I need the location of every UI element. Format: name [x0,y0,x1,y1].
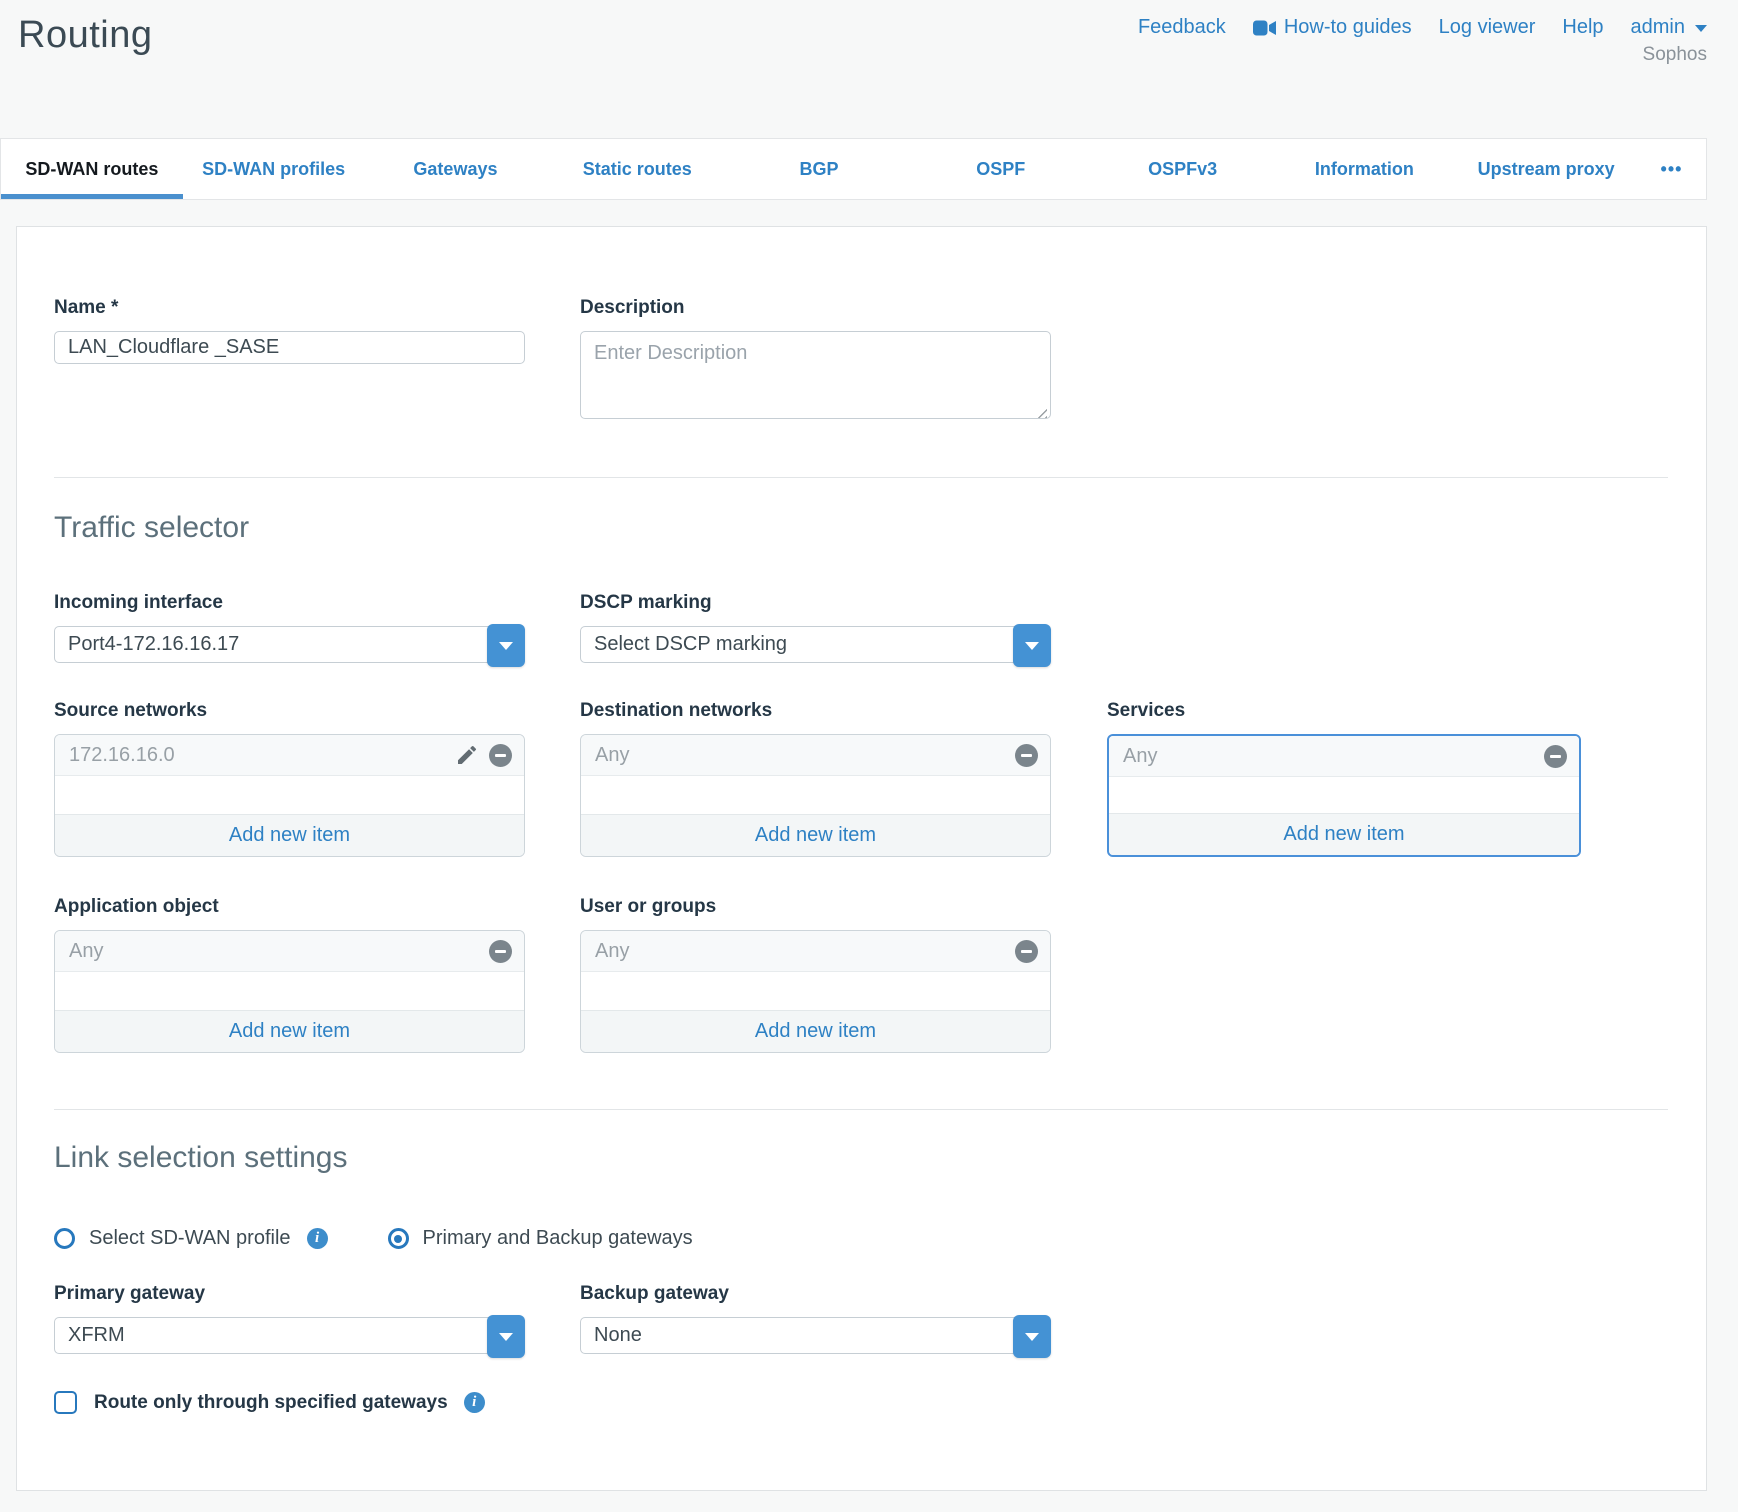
list-item: Any [1109,736,1579,777]
source-networks-group: Source networks 172.16.16.0 Add new item [54,700,525,857]
minus-circle-icon[interactable] [489,940,512,963]
tab-upstream-proxy[interactable]: Upstream proxy [1455,139,1637,199]
dropdown-button[interactable] [1013,1315,1051,1358]
info-icon[interactable]: i [307,1228,328,1249]
radio-select-sdwan-profile[interactable] [54,1228,75,1249]
route-only-row: Route only through specified gateways i [54,1391,485,1414]
feedback-link[interactable]: Feedback [1138,16,1226,39]
source-networks-label: Source networks [54,700,525,722]
destination-networks-group: Destination networks Any Add new item [580,700,1051,857]
dropdown-button[interactable] [487,1315,525,1358]
backup-gateway-label: Backup gateway [580,1283,1051,1305]
tab-sdwan-profiles[interactable]: SD-WAN profiles [183,139,365,199]
page-title: Routing [18,14,152,57]
services-label: Services [1107,700,1581,722]
traffic-selector-heading: Traffic selector [54,511,249,545]
application-object-listbox: Any Add new item [54,930,525,1053]
list-item: Any [55,931,524,972]
radio-label: Primary and Backup gateways [423,1227,693,1250]
tab-information[interactable]: Information [1273,139,1455,199]
tab-bgp[interactable]: BGP [728,139,910,199]
name-field-group: Name * [54,297,525,364]
minus-circle-icon[interactable] [489,744,512,767]
source-networks-listbox: 172.16.16.0 Add new item [54,734,525,857]
minus-circle-icon[interactable] [1544,745,1567,768]
caret-down-icon [499,1333,513,1341]
application-object-label: Application object [54,896,525,918]
howto-guides-link[interactable]: How-to guides [1253,16,1412,39]
user-or-groups-label: User or groups [580,896,1051,918]
dropdown-button[interactable] [487,624,525,667]
dscp-marking-select[interactable]: Select DSCP marking [580,626,1051,663]
link-selection-heading: Link selection settings [54,1141,348,1175]
incoming-interface-label: Incoming interface [54,592,525,614]
chevron-down-icon [1695,25,1707,32]
tab-ospfv3[interactable]: OSPFv3 [1092,139,1274,199]
list-item: Any [581,735,1050,776]
admin-menu[interactable]: admin [1631,16,1707,39]
destination-networks-listbox: Any Add new item [580,734,1051,857]
help-link[interactable]: Help [1562,16,1603,39]
brand-label: Sophos [1643,44,1707,66]
description-label: Description [580,297,1051,319]
radio-primary-backup-gateways[interactable] [388,1228,409,1249]
incoming-interface-group: Incoming interface Port4-172.16.16.17 [54,592,525,663]
user-or-groups-group: User or groups Any Add new item [580,896,1051,1053]
backup-gateway-group: Backup gateway None [580,1283,1051,1354]
dscp-marking-group: DSCP marking Select DSCP marking [580,592,1051,663]
routing-tabbar: SD-WAN routes SD-WAN profiles Gateways S… [0,138,1707,200]
log-viewer-link[interactable]: Log viewer [1439,16,1536,39]
primary-gateway-group: Primary gateway XFRM [54,1283,525,1354]
destination-networks-label: Destination networks [580,700,1051,722]
route-only-checkbox[interactable] [54,1391,77,1414]
section-divider [54,477,1668,478]
add-new-item-button[interactable]: Add new item [55,1010,524,1052]
tab-gateways[interactable]: Gateways [365,139,547,199]
tab-sdwan-routes[interactable]: SD-WAN routes [1,139,183,199]
name-input[interactable] [54,331,525,364]
caret-down-icon [1025,642,1039,650]
tab-ospf[interactable]: OSPF [910,139,1092,199]
routing-page: Routing Feedback How-to guides Log viewe… [0,0,1738,1512]
list-item: Any [581,931,1050,972]
dscp-marking-label: DSCP marking [580,592,1051,614]
backup-gateway-select[interactable]: None [580,1317,1051,1354]
user-or-groups-listbox: Any Add new item [580,930,1051,1053]
minus-circle-icon[interactable] [1015,744,1038,767]
dropdown-button[interactable] [1013,624,1051,667]
add-new-item-button[interactable]: Add new item [581,814,1050,856]
info-icon[interactable]: i [464,1392,485,1413]
description-field-group: Description [580,297,1051,424]
primary-gateway-select[interactable]: XFRM [54,1317,525,1354]
caret-down-icon [1025,1333,1039,1341]
tab-more-ellipsis[interactable]: ••• [1637,139,1706,199]
add-new-item-button[interactable]: Add new item [581,1010,1050,1052]
sdwan-route-form-card: Name * Description Traffic selector Inco… [16,226,1707,1491]
tab-static-routes[interactable]: Static routes [546,139,728,199]
primary-gateway-label: Primary gateway [54,1283,525,1305]
application-object-group: Application object Any Add new item [54,896,525,1053]
name-label: Name * [54,297,525,319]
section-divider [54,1109,1668,1110]
route-only-label: Route only through specified gateways [94,1392,448,1414]
video-camera-icon [1253,20,1276,36]
incoming-interface-select[interactable]: Port4-172.16.16.17 [54,626,525,663]
header-links: Feedback How-to guides Log viewer Help a… [1138,16,1707,39]
caret-down-icon [499,642,513,650]
add-new-item-button[interactable]: Add new item [1109,813,1579,855]
link-selection-radio-row: Select SD-WAN profile i Primary and Back… [54,1227,693,1250]
list-item: 172.16.16.0 [55,735,524,776]
services-listbox: Any Add new item [1107,734,1581,857]
services-group: Services Any Add new item [1107,700,1581,857]
description-textarea[interactable] [580,331,1051,419]
pencil-icon[interactable] [455,743,479,767]
add-new-item-button[interactable]: Add new item [55,814,524,856]
radio-label: Select SD-WAN profile [89,1227,291,1250]
minus-circle-icon[interactable] [1015,940,1038,963]
